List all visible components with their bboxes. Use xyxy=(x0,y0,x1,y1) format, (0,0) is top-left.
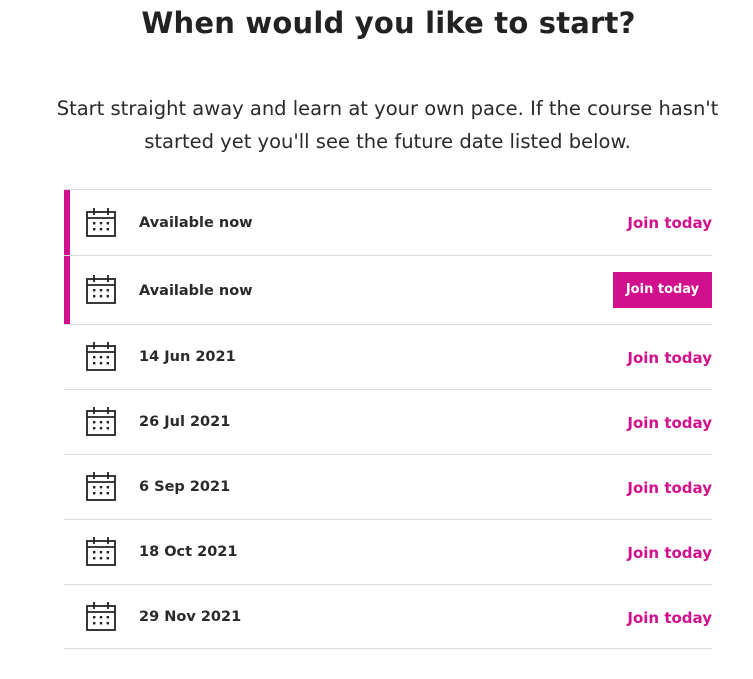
run-date: 18 Oct 2021 xyxy=(139,544,238,560)
join-today-link[interactable]: Join today xyxy=(627,544,712,562)
join-today-button[interactable]: Join today xyxy=(613,272,712,308)
list-item[interactable]: Available now Join today xyxy=(64,255,712,324)
page-title: When would you like to start? xyxy=(141,6,636,40)
list-item[interactable]: Available now Join today xyxy=(64,189,712,255)
calendar-icon xyxy=(86,472,116,501)
run-date: Available now xyxy=(139,215,253,231)
start-dates-list: Available now Join today Available now J… xyxy=(64,189,712,649)
calendar-icon xyxy=(86,275,116,304)
list-item[interactable]: 29 Nov 2021 Join today xyxy=(64,584,712,649)
calendar-icon xyxy=(86,208,116,237)
run-date: 26 Jul 2021 xyxy=(139,414,231,430)
join-today-link[interactable]: Join today xyxy=(627,214,712,232)
run-date: 29 Nov 2021 xyxy=(139,609,242,625)
intro-text: Start straight away and learn at your ow… xyxy=(56,97,719,153)
calendar-icon xyxy=(86,602,116,631)
join-today-link[interactable]: Join today xyxy=(627,479,712,497)
run-date: Available now xyxy=(139,283,253,299)
list-item[interactable]: 18 Oct 2021 Join today xyxy=(64,519,712,584)
join-today-link[interactable]: Join today xyxy=(627,349,712,367)
list-item[interactable]: 6 Sep 2021 Join today xyxy=(64,454,712,519)
run-date: 14 Jun 2021 xyxy=(139,349,236,365)
join-today-link[interactable]: Join today xyxy=(627,609,712,627)
list-item[interactable]: 26 Jul 2021 Join today xyxy=(64,389,712,454)
list-item[interactable]: 14 Jun 2021 Join today xyxy=(64,324,712,389)
calendar-icon xyxy=(86,537,116,566)
calendar-icon xyxy=(86,342,116,371)
join-today-link[interactable]: Join today xyxy=(627,414,712,432)
calendar-icon xyxy=(86,407,116,436)
run-date: 6 Sep 2021 xyxy=(139,479,231,495)
